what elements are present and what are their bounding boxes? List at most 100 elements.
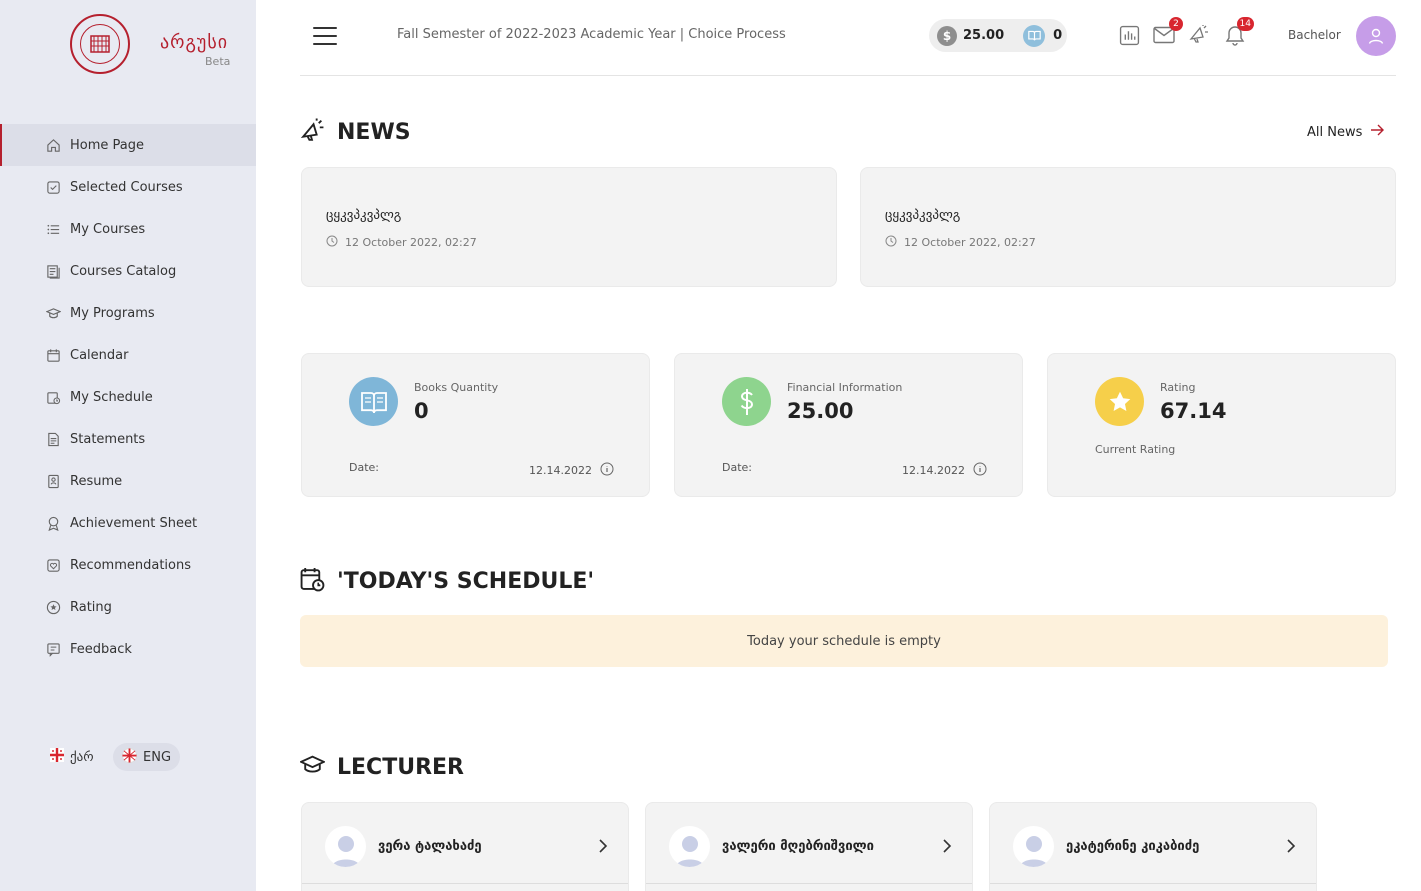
sidebar: არგუსი Beta Home Page Selected Courses M… xyxy=(0,0,256,891)
user-avatar[interactable] xyxy=(1356,16,1396,56)
sidebar-item-label: Rating xyxy=(70,599,112,615)
sidebar-item-resume[interactable]: Resume xyxy=(0,460,256,502)
arrow-right-icon xyxy=(1370,124,1385,140)
rating-label: Rating xyxy=(1160,381,1196,394)
balance-amount: 25.00 xyxy=(963,28,1005,43)
lang-english-button[interactable]: ENG xyxy=(113,743,181,771)
rating-card: Rating 67.14 Current Rating xyxy=(1047,353,1396,497)
rating-value: 67.14 xyxy=(1160,399,1227,423)
calendar-icon xyxy=(45,347,61,363)
financial-value: 25.00 xyxy=(787,399,854,423)
sidebar-item-statements[interactable]: Statements xyxy=(0,418,256,460)
info-icon[interactable] xyxy=(973,462,987,479)
sidebar-item-label: My Programs xyxy=(70,305,155,321)
books-date-text: 12.14.2022 xyxy=(529,464,592,477)
lang-georgian-button[interactable]: ქარ xyxy=(42,743,102,771)
news-card[interactable]: ცყკვპკვპლგ 12 October 2022, 02:27 xyxy=(301,167,837,287)
sidebar-item-selected-courses[interactable]: Selected Courses xyxy=(0,166,256,208)
news-card[interactable]: ცყკვპკვპლგ 12 October 2022, 02:27 xyxy=(860,167,1396,287)
book-icon xyxy=(1023,24,1046,47)
financial-date: 12.14.2022 xyxy=(902,462,987,479)
lecturer-card[interactable]: ვალერი მღებრიშვილი xyxy=(645,802,973,891)
graduation-cap-icon xyxy=(298,754,327,780)
lecturer-card[interactable]: ვერა ტალახაძე xyxy=(301,802,629,891)
clock-icon xyxy=(885,235,897,250)
sidebar-item-label: Achievement Sheet xyxy=(70,515,198,531)
mail-icon[interactable]: 2 xyxy=(1153,17,1183,46)
sidebar-item-label: Selected Courses xyxy=(70,179,183,195)
sidebar-item-feedback[interactable]: Feedback xyxy=(0,628,256,670)
lang-english-label: ENG xyxy=(143,749,172,765)
list-icon xyxy=(45,221,61,237)
statistics-icon[interactable] xyxy=(1118,24,1140,46)
checkbox-icon xyxy=(45,179,61,195)
uk-flag-icon xyxy=(122,747,137,767)
news-card-date-text: 12 October 2022, 02:27 xyxy=(904,236,1036,249)
lecturer-title: LECTURER xyxy=(337,754,464,780)
news-title: NEWS xyxy=(337,120,411,145)
lecturer-avatar xyxy=(325,826,366,867)
university-seal-icon xyxy=(70,14,130,74)
logo[interactable]: არგუსი Beta xyxy=(70,14,240,74)
info-icon[interactable] xyxy=(600,462,614,479)
lecturer-avatar xyxy=(1013,826,1054,867)
app-root: არგუსი Beta Home Page Selected Courses M… xyxy=(0,0,1421,891)
rating-sub: Current Rating xyxy=(1095,443,1176,456)
sidebar-item-label: Home Page xyxy=(70,137,144,153)
sidebar-item-label: Resume xyxy=(70,473,123,489)
sidebar-item-label: Calendar xyxy=(70,347,129,363)
books-label: Books Quantity xyxy=(414,381,499,394)
sidebar-item-my-programs[interactable]: My Programs xyxy=(0,292,256,334)
sidebar-item-achievement-sheet[interactable]: Achievement Sheet xyxy=(0,502,256,544)
menu-icon[interactable] xyxy=(313,27,337,45)
notifications-badge: 14 xyxy=(1236,17,1254,31)
all-news-link[interactable]: All News xyxy=(1307,124,1385,140)
news-card-date: 12 October 2022, 02:27 xyxy=(326,235,477,250)
balance-widget[interactable]: $ 25.00 0 xyxy=(929,19,1067,52)
sidebar-item-courses-catalog[interactable]: Courses Catalog xyxy=(0,250,256,292)
news-card-date: 12 October 2022, 02:27 xyxy=(885,235,1036,250)
all-news-label: All News xyxy=(1307,124,1363,140)
dollar-coin-icon: $ xyxy=(937,25,957,46)
star-icon xyxy=(45,599,61,615)
sidebar-item-label: Statements xyxy=(70,431,146,447)
sidebar-item-rating[interactable]: Rating xyxy=(0,586,256,628)
brand-tag: Beta xyxy=(205,55,231,68)
star-icon xyxy=(1095,377,1144,426)
sidebar-item-my-schedule[interactable]: My Schedule xyxy=(0,376,256,418)
financial-label: Financial Information xyxy=(787,381,903,394)
lecturer-card[interactable]: ეკატერინე კიკაბიძე xyxy=(989,802,1317,891)
sidebar-item-calendar[interactable]: Calendar xyxy=(0,334,256,376)
sidebar-item-label: Recommendations xyxy=(70,557,192,573)
feedback-icon xyxy=(45,641,61,657)
lang-georgian-label: ქარ xyxy=(70,749,94,765)
books-card: Books Quantity 0 Date: 12.14.2022 xyxy=(301,353,650,497)
calendar-clock-icon xyxy=(300,567,325,596)
heart-icon xyxy=(45,557,61,573)
schedule-title: 'TODAY'S SCHEDULE' xyxy=(337,569,595,594)
financial-card: Financial Information 25.00 Date: 12.14.… xyxy=(674,353,1023,497)
financial-date-text: 12.14.2022 xyxy=(902,464,965,477)
award-icon xyxy=(45,515,61,531)
news-card-date-text: 12 October 2022, 02:27 xyxy=(345,236,477,249)
announcements-icon[interactable] xyxy=(1188,24,1210,46)
news-card-title: ცყკვპკვპლგ xyxy=(885,208,961,223)
lecturer-avatar xyxy=(669,826,710,867)
books-count: 0 xyxy=(1053,28,1063,43)
degree-label: Bachelor xyxy=(1288,28,1341,42)
schedule-heading: 'TODAY'S SCHEDULE' xyxy=(300,567,594,596)
sidebar-item-my-courses[interactable]: My Courses xyxy=(0,208,256,250)
sidebar-item-recommendations[interactable]: Recommendations xyxy=(0,544,256,586)
mail-badge: 2 xyxy=(1169,17,1183,31)
lecturer-name: ვალერი მღებრიშვილი xyxy=(722,839,874,854)
catalog-icon xyxy=(45,263,61,279)
books-date-label: Date: xyxy=(349,461,379,474)
dollar-icon xyxy=(722,377,771,426)
notifications-bell-icon[interactable]: 14 xyxy=(1224,17,1254,46)
lecturer-name: ეკატერინე კიკაბიძე xyxy=(1066,839,1200,854)
lecturer-name: ვერა ტალახაძე xyxy=(378,839,482,854)
sidebar-item-home[interactable]: Home Page xyxy=(0,124,256,166)
schedule-icon xyxy=(45,389,61,405)
document-icon xyxy=(45,431,61,447)
chevron-right-icon xyxy=(598,838,608,858)
